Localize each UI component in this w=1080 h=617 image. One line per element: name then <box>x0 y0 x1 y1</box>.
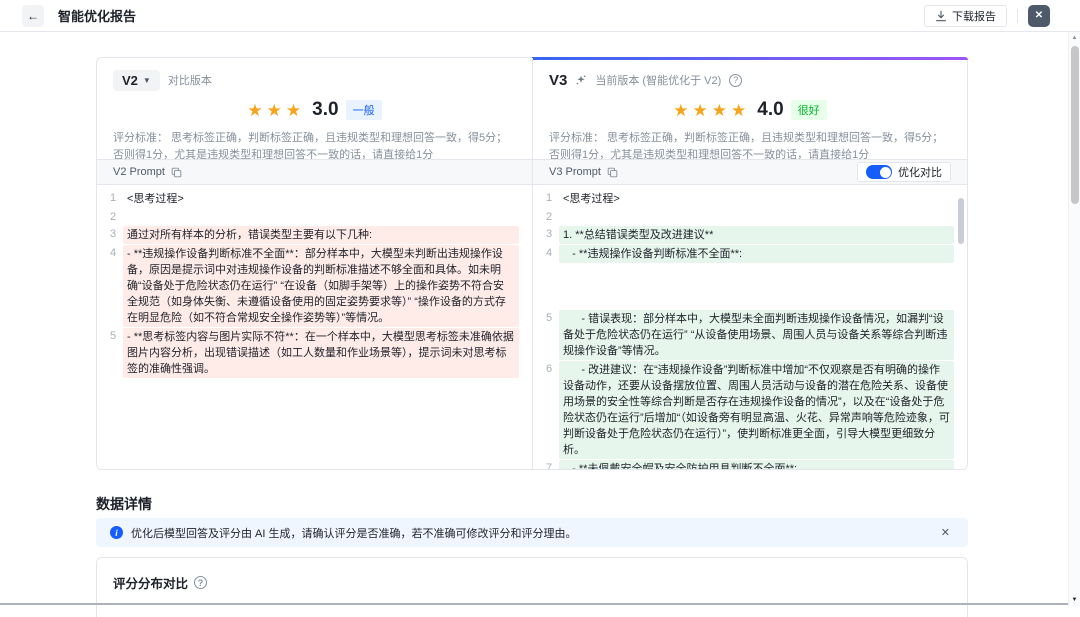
code-line: 7 - **未佩戴安全帽及安全防护用具判断不全面**: <box>533 460 967 469</box>
info-icon: i <box>110 526 123 539</box>
line-number: 6 <box>533 361 557 378</box>
sparkle-icon <box>575 74 587 86</box>
chevron-down-icon: ▼ <box>143 76 151 85</box>
line-number: 5 <box>533 310 557 327</box>
line-number: 4 <box>97 245 121 262</box>
copy-icon[interactable] <box>171 167 182 178</box>
code-line: 6 - 改进建议：在“违规操作设备”判断标准中增加“不仅观察是否有明确的操作设备… <box>533 361 967 460</box>
titlebar: ← 智能优化报告 下载报告 ✕ <box>0 0 1080 32</box>
v2-version-select[interactable]: V2 ▼ <box>113 70 160 91</box>
v2-score-badge: 一般 <box>346 100 382 120</box>
line-number: 5 <box>97 328 121 345</box>
code-line-text: 通过对所有样本的分析，错误类型主要有以下几种: <box>123 226 519 244</box>
line-number: 7 <box>533 460 557 469</box>
version-comparison-card: V2 ▼ 对比版本 ★★★ 3.0 一般 评分标准： 思考标签正确，判断标签正确… <box>96 57 968 470</box>
code-line-text: <思考过程> <box>559 190 954 208</box>
code-line: 31. **总结错误类型及改进建议** <box>533 226 967 245</box>
optimize-compare-toggle[interactable]: 优化对比 <box>857 162 951 182</box>
v2-panel: V2 ▼ 对比版本 ★★★ 3.0 一般 评分标准： 思考标签正确，判断标签正确… <box>97 58 532 469</box>
code-line-text <box>559 209 954 225</box>
line-number: 1 <box>533 190 557 207</box>
code-line: 5- **思考标签内容与图片实际不符**：在一个样本中，大模型思考标签未准确依据… <box>97 328 532 379</box>
code-alignment-gap <box>533 264 967 310</box>
v2-scoring-criteria: 评分标准： 思考标签正确，判断标签正确，且违规类型和理想回答一致，得5分； 否则… <box>113 130 516 159</box>
v2-star-rating: ★★★ <box>247 102 305 119</box>
line-number: 3 <box>533 226 557 243</box>
code-line: 3通过对所有样本的分析，错误类型主要有以下几种: <box>97 226 532 245</box>
scrollbar-down-arrow[interactable]: ▼ <box>1069 597 1080 603</box>
download-icon <box>935 10 947 22</box>
arrow-left-icon: ← <box>27 9 39 23</box>
code-line-text: - **未佩戴安全帽及安全防护用具判断不全面**: <box>559 460 954 469</box>
line-number: 3 <box>97 226 121 243</box>
v3-scoring-criteria: 评分标准： 思考标签正确，判断标签正确，且违规类型和理想回答一致，得5分； 否则… <box>549 130 951 159</box>
v3-version-label: V3 <box>549 72 567 89</box>
score-distribution-title: 评分分布对比 <box>113 573 188 592</box>
code-line: 4- **违规操作设备判断标准不全面**：部分样本中，大模型未判断出违规操作设备… <box>97 245 532 328</box>
code-line-text: - **违规操作设备判断标准不全面**：部分样本中，大模型未判断出违规操作设备，… <box>123 245 519 327</box>
v2-panel-header: V2 ▼ 对比版本 ★★★ 3.0 一般 评分标准： 思考标签正确，判断标签正确… <box>97 58 532 159</box>
line-number: 2 <box>533 209 557 226</box>
download-report-button[interactable]: 下载报告 <box>924 5 1007 27</box>
toggle-switch-on[interactable] <box>866 165 892 179</box>
close-button[interactable]: ✕ <box>1028 5 1050 27</box>
banner-close-icon[interactable]: ✕ <box>941 526 950 539</box>
v3-version-tag: 当前版本 (智能优化于 V2) <box>595 72 721 88</box>
v3-prompt-bar: V3 Prompt 优化对比 <box>533 159 967 185</box>
ai-generated-info-banner: i 优化后模型回答及评分由 AI 生成，请确认评分是否准确，若不准确可修改评分和… <box>96 518 968 547</box>
v3-prompt-code[interactable]: 1<思考过程>231. **总结错误类型及改进建议**4 - **违规操作设备判… <box>533 185 967 469</box>
v2-prompt-label: V2 Prompt <box>113 166 165 178</box>
banner-text: 优化后模型回答及评分由 AI 生成，请确认评分是否准确，若不准确可修改评分和评分… <box>131 525 577 541</box>
v3-panel-header: V3 当前版本 (智能优化于 V2) ? ★★★★ 4.0 很好 评分标准： 思… <box>533 58 967 159</box>
v2-version-label: V2 <box>122 73 138 88</box>
help-circle-icon[interactable]: ? <box>729 74 742 87</box>
line-number: 2 <box>97 209 121 226</box>
scrollbar-up-arrow[interactable]: ▲ <box>1069 35 1080 41</box>
code-line-text: - 改进建议：在“违规操作设备”判断标准中增加“不仅观察是否有明确的操作设备动作… <box>559 361 954 459</box>
help-circle-icon[interactable]: ? <box>194 576 207 589</box>
code-line-text: - **思考标签内容与图片实际不符**：在一个样本中，大模型思考标签未准确依据图… <box>123 328 519 378</box>
code-line: 1<思考过程> <box>533 190 967 209</box>
v3-prompt-label: V3 Prompt <box>549 166 601 178</box>
v3-score: 4.0 <box>757 99 783 121</box>
titlebar-divider <box>1017 9 1018 23</box>
horizontal-scrollbar[interactable] <box>0 603 1068 605</box>
code-line-text: 1. **总结错误类型及改进建议** <box>559 226 954 244</box>
v3-star-rating: ★★★★ <box>673 102 750 119</box>
code-line: 5 - 错误表现：部分样本中，大模型未全面判断违规操作设备情况，如漏判“设备处于… <box>533 310 967 361</box>
data-details-title: 数据详情 <box>96 494 152 514</box>
titlebar-actions: 下载报告 ✕ <box>924 5 1050 27</box>
optimize-compare-label: 优化对比 <box>898 164 942 180</box>
code-line-text: - **违规操作设备判断标准不全面**: <box>559 245 954 263</box>
v3-score-badge: 很好 <box>791 100 827 120</box>
back-button[interactable]: ← <box>22 5 44 27</box>
v3-code-scrollbar-thumb[interactable] <box>958 198 964 244</box>
close-icon: ✕ <box>1035 10 1043 21</box>
code-line: 1<思考过程> <box>97 190 532 209</box>
v3-panel: V3 当前版本 (智能优化于 V2) ? ★★★★ 4.0 很好 评分标准： 思… <box>532 58 967 469</box>
page-scrollbar[interactable]: ▲ ▼ <box>1068 32 1080 606</box>
line-number: 1 <box>97 190 121 207</box>
download-report-label: 下载报告 <box>952 8 996 24</box>
v2-version-tag: 对比版本 <box>168 72 212 88</box>
score-distribution-card: 评分分布对比 ? <box>96 557 968 617</box>
copy-icon[interactable] <box>607 167 618 178</box>
page-title: 智能优化报告 <box>58 6 136 25</box>
v2-score: 3.0 <box>312 99 338 121</box>
code-line: 2 <box>533 209 967 226</box>
v2-prompt-bar: V2 Prompt <box>97 159 532 185</box>
code-line-text <box>123 209 519 225</box>
v2-prompt-code[interactable]: 1<思考过程>23通过对所有样本的分析，错误类型主要有以下几种:4- **违规操… <box>97 185 532 469</box>
page-scrollbar-thumb[interactable] <box>1071 46 1079 204</box>
line-number: 4 <box>533 245 557 262</box>
code-line-text: <思考过程> <box>123 190 519 208</box>
code-line: 4 - **违规操作设备判断标准不全面**: <box>533 245 967 264</box>
code-line-text: - 错误表现：部分样本中，大模型未全面判断违规操作设备情况，如漏判“设备处于危险… <box>559 310 954 360</box>
code-line: 2 <box>97 209 532 226</box>
